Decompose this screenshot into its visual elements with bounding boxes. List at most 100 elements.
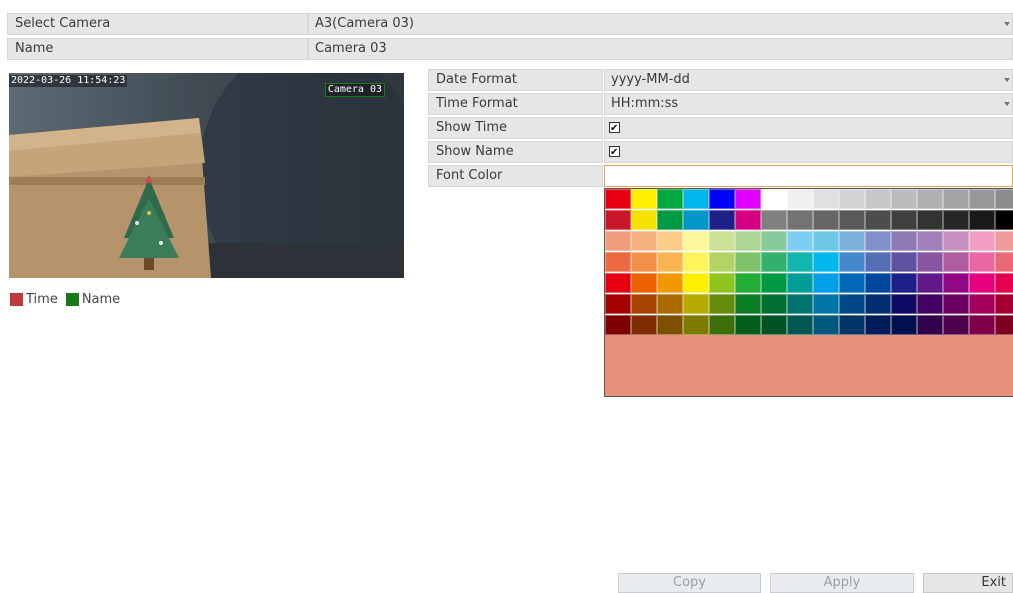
- color-swatch[interactable]: [995, 294, 1013, 314]
- color-swatch[interactable]: [839, 189, 865, 209]
- color-swatch[interactable]: [917, 294, 943, 314]
- color-swatch[interactable]: [605, 189, 631, 209]
- color-swatch[interactable]: [813, 252, 839, 272]
- timestamp-overlay[interactable]: 2022-03-26 11:54:23: [9, 75, 128, 87]
- color-swatch[interactable]: [605, 231, 631, 251]
- color-swatch[interactable]: [605, 252, 631, 272]
- copy-button[interactable]: Copy: [618, 573, 761, 593]
- color-swatch[interactable]: [891, 294, 917, 314]
- color-swatch[interactable]: [839, 252, 865, 272]
- color-swatch[interactable]: [605, 315, 631, 335]
- color-swatch[interactable]: [709, 189, 735, 209]
- color-swatch[interactable]: [865, 315, 891, 335]
- color-swatch[interactable]: [709, 294, 735, 314]
- color-swatch[interactable]: [891, 252, 917, 272]
- select-camera-dropdown[interactable]: A3(Camera 03): [308, 13, 1013, 35]
- color-swatch[interactable]: [631, 189, 657, 209]
- color-swatch[interactable]: [839, 294, 865, 314]
- color-swatch[interactable]: [761, 231, 787, 251]
- color-swatch[interactable]: [995, 210, 1013, 230]
- color-swatch[interactable]: [839, 315, 865, 335]
- color-swatch[interactable]: [631, 273, 657, 293]
- color-swatch[interactable]: [735, 315, 761, 335]
- color-swatch[interactable]: [683, 273, 709, 293]
- color-swatch[interactable]: [813, 189, 839, 209]
- color-swatch[interactable]: [917, 189, 943, 209]
- color-swatch[interactable]: [865, 273, 891, 293]
- font-color-input[interactable]: [604, 165, 1013, 187]
- color-swatch[interactable]: [787, 294, 813, 314]
- color-swatch[interactable]: [995, 189, 1013, 209]
- color-swatch[interactable]: [683, 189, 709, 209]
- color-swatch[interactable]: [943, 273, 969, 293]
- camera-name-overlay[interactable]: Camera 03: [324, 83, 385, 97]
- color-swatch[interactable]: [813, 210, 839, 230]
- color-swatch[interactable]: [839, 231, 865, 251]
- color-swatch[interactable]: [605, 273, 631, 293]
- color-swatch[interactable]: [917, 252, 943, 272]
- color-swatch[interactable]: [683, 294, 709, 314]
- color-swatch[interactable]: [761, 273, 787, 293]
- color-swatch[interactable]: [709, 252, 735, 272]
- color-swatch[interactable]: [943, 294, 969, 314]
- color-swatch[interactable]: [631, 252, 657, 272]
- name-input[interactable]: Camera 03: [308, 38, 1013, 60]
- color-swatch[interactable]: [761, 252, 787, 272]
- color-swatch[interactable]: [813, 273, 839, 293]
- color-swatch[interactable]: [631, 294, 657, 314]
- color-swatch[interactable]: [787, 315, 813, 335]
- color-swatch[interactable]: [735, 210, 761, 230]
- color-swatch[interactable]: [969, 231, 995, 251]
- color-swatch[interactable]: [917, 273, 943, 293]
- color-swatch[interactable]: [917, 231, 943, 251]
- color-swatch[interactable]: [735, 189, 761, 209]
- color-swatch[interactable]: [943, 315, 969, 335]
- color-swatch[interactable]: [657, 315, 683, 335]
- color-swatch[interactable]: [995, 231, 1013, 251]
- color-swatch[interactable]: [969, 210, 995, 230]
- color-swatch[interactable]: [891, 210, 917, 230]
- color-swatch[interactable]: [969, 189, 995, 209]
- color-swatch[interactable]: [787, 273, 813, 293]
- color-swatch[interactable]: [683, 252, 709, 272]
- color-swatch[interactable]: [787, 252, 813, 272]
- color-swatch[interactable]: [657, 294, 683, 314]
- color-swatch[interactable]: [631, 210, 657, 230]
- color-swatch[interactable]: [709, 210, 735, 230]
- color-swatch[interactable]: [683, 231, 709, 251]
- color-swatch[interactable]: [709, 315, 735, 335]
- color-swatch[interactable]: [891, 231, 917, 251]
- color-swatch[interactable]: [735, 273, 761, 293]
- color-swatch[interactable]: [969, 294, 995, 314]
- color-swatch[interactable]: [891, 189, 917, 209]
- color-swatch[interactable]: [657, 273, 683, 293]
- color-swatch[interactable]: [605, 294, 631, 314]
- color-swatch[interactable]: [969, 252, 995, 272]
- color-swatch[interactable]: [943, 189, 969, 209]
- color-swatch[interactable]: [709, 273, 735, 293]
- color-swatch[interactable]: [657, 189, 683, 209]
- color-swatch[interactable]: [917, 210, 943, 230]
- color-swatch[interactable]: [631, 231, 657, 251]
- color-swatch[interactable]: [735, 231, 761, 251]
- color-swatch[interactable]: [995, 252, 1013, 272]
- color-swatch[interactable]: [943, 210, 969, 230]
- color-swatch[interactable]: [891, 315, 917, 335]
- color-swatch[interactable]: [917, 315, 943, 335]
- color-swatch[interactable]: [839, 273, 865, 293]
- color-swatch[interactable]: [735, 294, 761, 314]
- color-swatch[interactable]: [657, 231, 683, 251]
- date-format-dropdown[interactable]: yyyy-MM-dd: [604, 69, 1013, 91]
- show-name-checkbox[interactable]: ✔: [609, 146, 620, 158]
- color-swatch[interactable]: [969, 315, 995, 335]
- color-swatch[interactable]: [761, 315, 787, 335]
- color-swatch[interactable]: [657, 210, 683, 230]
- color-swatch[interactable]: [865, 252, 891, 272]
- color-swatch[interactable]: [709, 231, 735, 251]
- color-swatch[interactable]: [761, 189, 787, 209]
- color-swatch[interactable]: [605, 210, 631, 230]
- color-swatch[interactable]: [683, 210, 709, 230]
- color-swatch[interactable]: [761, 294, 787, 314]
- color-swatch[interactable]: [813, 315, 839, 335]
- color-swatch[interactable]: [865, 294, 891, 314]
